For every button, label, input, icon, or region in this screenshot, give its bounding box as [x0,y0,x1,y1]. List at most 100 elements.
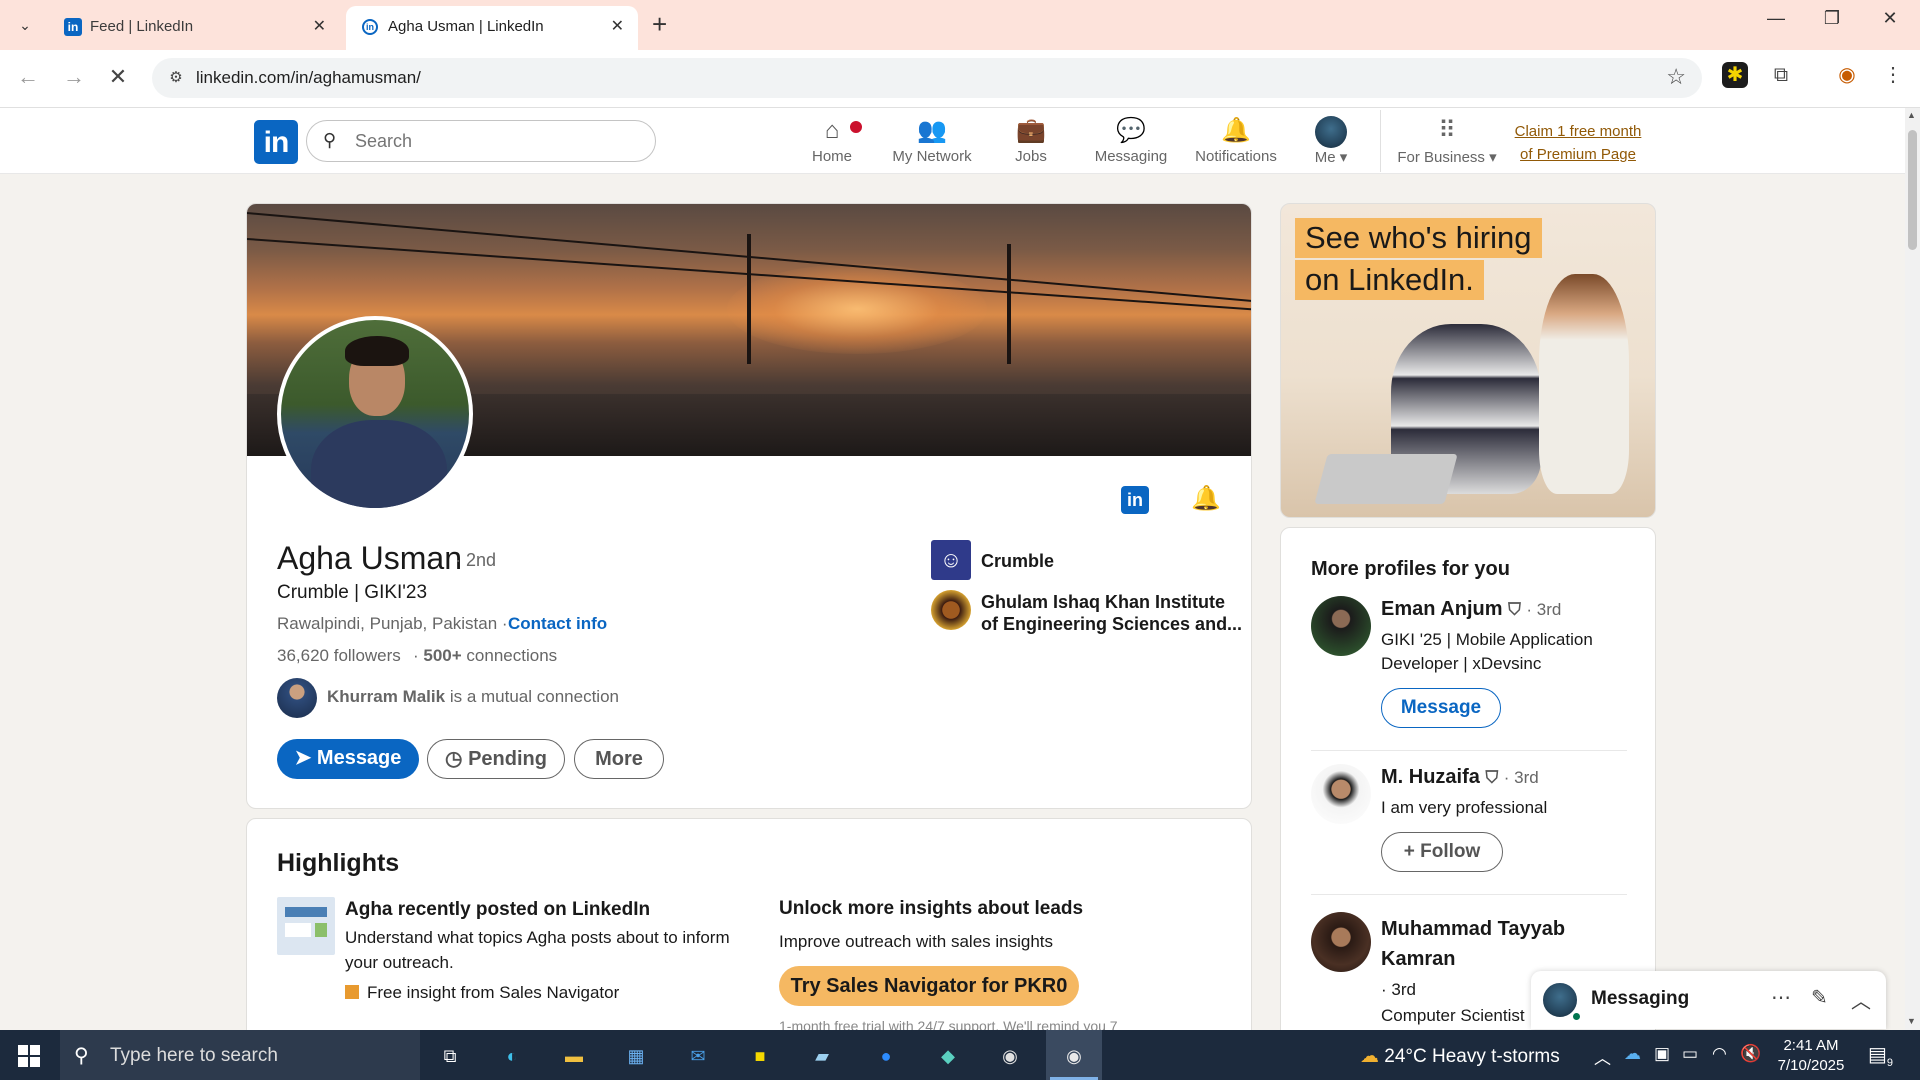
scroll-thumb[interactable] [1908,130,1917,250]
address-bar-row: ← → ✕ ⚙ linkedin.com/in/aghamusman/ ☆ ✱ … [0,50,1920,108]
ad-card[interactable]: See who's hiring on LinkedIn. [1280,203,1656,518]
page-scrollbar[interactable]: ▲ ▼ [1905,108,1920,1030]
try-sales-navigator-button[interactable]: Try Sales Navigator for PKR0 [779,966,1079,1006]
forward-icon[interactable]: → [60,64,88,90]
company-logo[interactable]: ☺ [931,540,971,580]
nav-notifications[interactable]: 🔔 Notifications [1186,116,1286,170]
suggestion-name[interactable]: Muhammad Tayyab Kamran [1381,914,1565,974]
nav-jobs[interactable]: 💼 Jobs [1000,116,1062,170]
avatar[interactable] [1311,912,1371,972]
tab-feed[interactable]: in Feed | LinkedIn ✕ [48,6,340,50]
browser-menu-icon[interactable]: ⋮ [1880,62,1906,88]
mail-icon[interactable]: ✉ [680,1038,716,1074]
restore-icon[interactable]: ❐ [1812,8,1852,29]
school-name[interactable]: Ghulam Ishaq Khan Institute of Engineeri… [981,591,1242,635]
edge-browser-icon[interactable]: ◐ [494,1038,530,1074]
divider [1311,894,1627,895]
linkedin-logo-icon[interactable]: in [254,120,298,164]
chrome-icon[interactable]: ◉ [992,1038,1028,1074]
scroll-up-icon[interactable]: ▲ [1907,110,1916,120]
company-name[interactable]: Crumble [981,550,1054,572]
search-box[interactable]: ⚲ [306,120,656,162]
linkedin-company-icon[interactable]: in [1121,486,1149,514]
nav-me[interactable]: Me ▾ [1306,116,1356,170]
site-info-icon[interactable]: ⚙ [166,68,186,88]
notepad-icon[interactable]: ▰ [804,1038,840,1074]
pending-button[interactable]: ◷ Pending [427,739,565,779]
volume-muted-icon[interactable]: 🔇 [1740,1044,1761,1064]
onedrive-icon[interactable]: ☁ [1624,1044,1641,1064]
windows-start-icon[interactable] [18,1045,40,1067]
messaging-label[interactable]: Messaging [1591,988,1689,1010]
button-label: More [595,748,643,770]
clock[interactable]: 2:41 AM 7/10/2025 [1766,1036,1856,1076]
ad-headline: See who's hiring [1295,218,1542,258]
suggestion-name[interactable]: M. Huzaifa ⛉ · 3rd [1381,766,1539,789]
nav-label: Home [811,148,852,165]
chevron-up-icon[interactable]: ︿ [1594,1044,1611,1069]
sales-nav-note: Free insight from Sales Navigator [345,983,619,1003]
tab-close-icon[interactable]: ✕ [611,16,624,36]
battery-icon[interactable]: ▭ [1682,1044,1698,1064]
profile-icon[interactable]: ◉ [1834,62,1860,88]
search-input[interactable] [355,129,635,153]
notification-center-icon[interactable]: ▤9 [1868,1042,1893,1069]
school-logo[interactable] [931,590,971,630]
tab-profile[interactable]: in Agha Usman | LinkedIn ✕ [346,6,638,50]
url-text[interactable]: linkedin.com/in/aghamusman/ [196,68,421,88]
close-window-icon[interactable]: ✕ [1870,8,1910,29]
bookmark-star-icon[interactable]: ☆ [1666,64,1686,90]
suggestion-name[interactable]: Eman Anjum ⛉ · 3rd [1381,598,1561,621]
puzzle-extensions-icon[interactable]: ⧉ [1768,62,1794,88]
zoom-icon[interactable]: ● [868,1038,904,1074]
scroll-down-icon[interactable]: ▼ [1907,1016,1916,1026]
connections-number: 500+ [423,646,462,665]
task-view-icon[interactable]: ⧉ [432,1038,468,1074]
chevron-up-icon[interactable]: ︿ [1851,985,1871,1014]
more-options-icon[interactable]: ⋯ [1771,985,1791,1010]
omnibox[interactable]: ⚙ linkedin.com/in/aghamusman/ ☆ [152,58,1702,98]
nav-my-network[interactable]: 👥 My Network [884,116,980,170]
extension-icon[interactable]: ✱ [1722,62,1748,88]
thumb-block [285,923,311,937]
meet-now-icon[interactable]: ▣ [1654,1044,1670,1064]
nav-home[interactable]: ⌂ Home [800,116,864,170]
taskbar-search[interactable]: ⚲ Type here to search [60,1030,420,1080]
weather-widget[interactable]: ☁ 24°C Heavy t-storms [1360,1045,1560,1068]
contact-info-link[interactable]: Contact info [508,614,607,634]
file-explorer-icon[interactable]: ▬ [556,1038,592,1074]
avatar[interactable] [1311,596,1371,656]
start-pane [18,1057,28,1067]
nav-for-business[interactable]: ⠿ For Business ▾ [1394,116,1500,170]
stop-loading-icon[interactable]: ✕ [104,64,132,90]
profile-photo[interactable] [277,316,473,512]
more-button[interactable]: More [574,739,664,779]
nav-messaging[interactable]: 💬 Messaging [1086,116,1176,170]
message-button[interactable]: ➤ Message [277,739,419,779]
messaging-overlay[interactable]: Messaging ⋯ ✎ ︿ [1531,971,1886,1029]
mutual-connection-text[interactable]: Khurram Malik is a mutual connection [327,687,619,707]
compose-icon[interactable]: ✎ [1811,985,1828,1010]
photo-hair [345,336,409,366]
highlight-heading: Agha recently posted on LinkedIn [345,899,651,920]
avatar[interactable] [1311,764,1371,824]
minimize-icon[interactable]: — [1756,8,1796,29]
mutual-connection-avatar[interactable] [277,678,317,718]
back-icon[interactable]: ← [14,64,42,90]
chrome-active-icon[interactable]: ◉ [1056,1038,1092,1074]
premium-link[interactable]: Claim 1 free month of Premium Page [1508,120,1648,166]
microsoft-store-icon[interactable]: ▦ [618,1038,654,1074]
follow-button[interactable]: + Follow [1381,832,1503,872]
wifi-icon[interactable]: ◠ [1712,1044,1727,1064]
highlight-desc: Understand what topics Agha posts about … [345,928,730,972]
tab-close-icon[interactable]: ✕ [313,16,326,36]
bell-icon[interactable]: 🔔 [1191,484,1221,513]
tab-search-icon[interactable]: ⌄ [12,13,38,37]
app-icon[interactable]: ◆ [930,1038,966,1074]
notification-count: 9 [1886,1057,1894,1069]
new-tab-button[interactable]: + [652,10,667,38]
message-button[interactable]: Message [1381,688,1501,728]
connections-count[interactable]: · 500+ connections [413,646,557,666]
sticky-notes-icon[interactable]: ■ [742,1038,778,1074]
send-icon: ➤ [294,747,312,769]
